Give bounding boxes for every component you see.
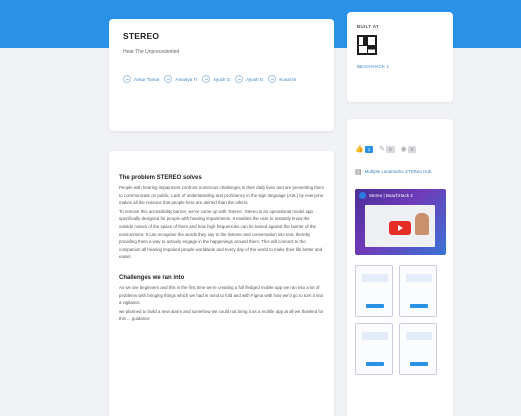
paragraph: we planned to build a new alarm and some… <box>119 308 324 322</box>
team-member-chip[interactable]: Ayush G <box>201 75 231 83</box>
section-body-problem: People with hearing impairment confront … <box>119 184 324 261</box>
section-heading-challenges: Challenges we ran into <box>119 274 185 281</box>
app-screenshot[interactable] <box>355 323 393 375</box>
paragraph: As we are beginners and this is the firs… <box>119 284 324 306</box>
team-member-name: Amartya Ti <box>175 76 197 82</box>
team-member-chip[interactable]: Ayush G <box>235 75 263 83</box>
like-count: 1 <box>364 145 374 153</box>
app-screenshot[interactable] <box>399 265 437 317</box>
project-title: STEREO <box>123 31 160 41</box>
play-button-icon[interactable] <box>389 221 411 235</box>
video-thumbnail[interactable]: Stereo | BeachHack 4 <box>355 189 446 255</box>
user-icon <box>201 75 210 83</box>
team-member-chip[interactable]: Ankur Tomar <box>123 75 159 83</box>
team-member-chip[interactable]: Kunal M <box>268 75 296 83</box>
team-members: Ankur Tomar Amartya Ti Ayush G Ayush G K… <box>123 75 303 83</box>
screenshot-gallery <box>355 265 445 375</box>
eye-icon: ◉ <box>400 146 407 153</box>
built-at-label: BUILT AT <box>357 24 380 29</box>
built-at-card: BUILT AT BEACHHACK 4 <box>347 12 453 102</box>
presenter-figure <box>415 213 429 235</box>
vote-bar: 👍 1 ✎ 0 ◉ 0 <box>355 145 445 153</box>
team-member-name: Ayush G <box>212 76 231 82</box>
paragraph: People with hearing impairment confront … <box>119 185 325 206</box>
project-link-label: Multiple Landmarks STEReo Hub <box>364 169 432 174</box>
project-tagline: Hear The Unprecedented <box>123 49 180 55</box>
video-title: Stereo | BeachHack 4 <box>359 192 413 199</box>
view-count: 0 <box>407 145 417 153</box>
app-screenshot[interactable] <box>399 323 437 375</box>
like-button[interactable]: 👍 1 <box>355 145 374 153</box>
comment-count: 0 <box>386 145 395 153</box>
project-description-card: The problem STEREO solves People with he… <box>109 151 334 416</box>
user-icon <box>164 75 173 83</box>
section-body-challenges: As we are beginners and this is the firs… <box>119 284 324 323</box>
team-member-name: Ayush G <box>246 76 264 82</box>
event-link[interactable]: BEACHHACK 4 <box>357 64 389 69</box>
app-screenshot[interactable] <box>355 265 393 317</box>
event-logo[interactable] <box>357 35 377 55</box>
project-header-card: STEREO Hear The Unprecedented Ankur Toma… <box>109 19 334 131</box>
project-link[interactable]: ▤ Multiple Landmarks STEReo Hub <box>355 169 445 177</box>
comment-icon: ✎ <box>379 146 386 153</box>
thumbs-up-icon: 👍 <box>355 146 364 153</box>
paragraph: To remove this accessibility barrier, we… <box>119 208 323 260</box>
team-member-name: Kunal M <box>279 76 296 82</box>
channel-avatar <box>359 192 366 199</box>
user-icon <box>235 75 244 83</box>
user-icon <box>268 75 277 83</box>
document-icon: ▤ <box>355 169 362 176</box>
team-member-name: Ankur Tomar <box>134 76 160 82</box>
team-member-chip[interactable]: Amartya Ti <box>164 75 197 83</box>
comment-button[interactable]: ✎ 0 <box>379 145 395 153</box>
project-sidebar-card: 👍 1 ✎ 0 ◉ 0 ▤ Multiple Landmarks STEReo … <box>347 119 453 416</box>
view-button[interactable]: ◉ 0 <box>401 145 417 153</box>
user-icon <box>123 75 131 83</box>
section-heading-problem: The problem STEREO solves <box>119 175 202 181</box>
